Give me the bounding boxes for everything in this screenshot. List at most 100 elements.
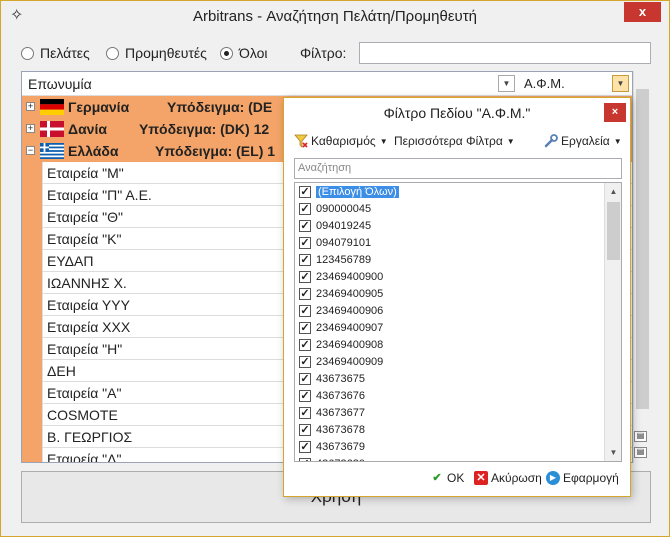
flag-germany-icon <box>40 99 64 115</box>
checkbox[interactable]: ✓ <box>299 219 311 232</box>
tools-button[interactable]: Εργαλεία ▼ <box>544 134 622 148</box>
group-indent <box>22 250 42 272</box>
collapse-icon[interactable]: − <box>26 146 35 155</box>
play-icon: ▶ <box>546 471 560 485</box>
checkbox[interactable]: ✓ <box>299 457 311 461</box>
afm-filter-dropdown-icon[interactable]: ▼ <box>612 75 629 92</box>
list-item[interactable]: ✓ 23469400905 <box>295 285 621 302</box>
popup-toolbar: Καθαρισμός ▼ Περισσότερα Φίλτρα ▼ Εργαλε… <box>290 130 624 154</box>
checkbox[interactable]: ✓ <box>299 423 311 436</box>
title-bar: ✧ Arbitrans - Αναζήτηση Πελάτη/Προμηθευτ… <box>1 1 669 34</box>
list-item-label: 23469400908 <box>316 338 384 351</box>
group-indent <box>22 228 42 250</box>
checkbox[interactable]: ✓ <box>299 389 311 402</box>
checkbox[interactable]: ✓ <box>299 406 311 419</box>
scroll-down-icon[interactable]: ▼ <box>605 444 621 461</box>
grid-scroll-thumb[interactable] <box>636 89 649 409</box>
radio-all-label: Όλοι <box>239 45 268 61</box>
checkbox[interactable]: ✓ <box>299 338 311 351</box>
cancel-button[interactable]: ✕ Ακύρωση <box>474 471 542 485</box>
checkbox[interactable]: ✓ <box>299 202 311 215</box>
group-name: Δανία <box>68 121 107 137</box>
list-item-label: 090000045 <box>316 202 372 215</box>
list-item[interactable]: ✓ 090000045 <box>295 200 621 217</box>
checkbox[interactable]: ✓ <box>299 287 311 300</box>
checkbox[interactable]: ✓ <box>299 372 311 385</box>
list-item-select-all[interactable]: ✓ (Επιλογή Όλων) <box>295 183 621 200</box>
column-header-name[interactable]: Επωνυμία <box>28 76 92 92</box>
checkbox[interactable]: ✓ <box>299 270 311 283</box>
filter-bar: Πελάτες Προμηθευτές Όλοι Φίλτρο: <box>21 41 651 65</box>
list-item[interactable]: ✓ 23469400908 <box>295 336 621 353</box>
list-item[interactable]: ✓ 23469400900 <box>295 268 621 285</box>
expand-all-icon[interactable]: ▤ <box>634 431 647 442</box>
group-name: Γερμανία <box>68 99 130 115</box>
more-filters-button[interactable]: Περισσότερα Φίλτρα ▼ <box>394 134 515 148</box>
ok-button[interactable]: ✔ OK <box>430 471 464 485</box>
list-item[interactable]: ✓ 43673680 <box>295 455 621 461</box>
radio-customers-dot[interactable] <box>21 46 34 60</box>
checkbox[interactable]: ✓ <box>299 185 311 198</box>
clear-filter-button[interactable]: Καθαρισμός ▼ <box>294 134 388 148</box>
checkbox[interactable]: ✓ <box>299 236 311 249</box>
popup-close-button[interactable]: × <box>604 103 626 122</box>
list-item-label: (Επιλογή Όλων) <box>316 185 399 198</box>
filter-input[interactable] <box>359 42 651 64</box>
list-item-label: 43673676 <box>316 389 365 402</box>
list-item[interactable]: ✓ 23469400909 <box>295 353 621 370</box>
expand-icon[interactable]: + <box>26 102 35 111</box>
checkbox[interactable]: ✓ <box>299 253 311 266</box>
group-sample: Υπόδειγμα: (DK) 12 <box>139 121 270 137</box>
list-item[interactable]: ✓ 094019245 <box>295 217 621 234</box>
list-scrollbar[interactable]: ▲ ▼ <box>604 183 621 461</box>
column-header-afm[interactable]: Α.Φ.Μ. <box>524 76 565 91</box>
collapse-all-icon[interactable]: ▤ <box>634 447 647 458</box>
list-item-label: 43673675 <box>316 372 365 385</box>
apply-button[interactable]: ▶ Εφαρμογή <box>546 471 619 485</box>
flag-denmark-icon <box>40 121 64 137</box>
radio-suppliers-dot[interactable] <box>106 46 119 60</box>
group-sample: Υπόδειγμα: (EL) 1 <box>155 143 276 159</box>
group-name: Ελλάδα <box>68 143 119 159</box>
grid-scrollbar[interactable] <box>633 71 650 463</box>
list-item[interactable]: ✓ 43673679 <box>295 438 621 455</box>
radio-suppliers-label: Προμηθευτές <box>125 45 207 61</box>
group-indent <box>22 184 42 206</box>
tools-label: Εργαλεία <box>561 134 610 148</box>
scroll-up-icon[interactable]: ▲ <box>605 183 621 200</box>
checkbox[interactable]: ✓ <box>299 440 311 453</box>
list-item-label: 23469400907 <box>316 321 384 334</box>
list-item-label: 094079101 <box>316 236 372 249</box>
checkbox[interactable]: ✓ <box>299 304 311 317</box>
clear-filter-label: Καθαρισμός <box>311 134 376 148</box>
list-item[interactable]: ✓ 43673677 <box>295 404 621 421</box>
flag-greece-icon <box>40 143 64 159</box>
radio-suppliers[interactable]: Προμηθευτές <box>106 45 207 61</box>
group-indent <box>22 360 42 382</box>
group-sample: Υπόδειγμα: (DE <box>167 99 273 115</box>
popup-search-input[interactable]: Αναζήτηση <box>294 158 622 179</box>
name-filter-dropdown-icon[interactable]: ▼ <box>498 75 515 92</box>
window-close-button[interactable]: x <box>624 2 661 22</box>
list-item[interactable]: ✓ 23469400907 <box>295 319 621 336</box>
list-item[interactable]: ✓ 094079101 <box>295 234 621 251</box>
list-item[interactable]: ✓ 43673675 <box>295 370 621 387</box>
radio-all[interactable]: Όλοι <box>220 45 268 61</box>
wrench-icon <box>544 134 558 148</box>
checkbox[interactable]: ✓ <box>299 321 311 334</box>
group-indent <box>22 338 42 360</box>
group-indent <box>22 382 42 404</box>
radio-customers[interactable]: Πελάτες <box>21 45 90 61</box>
window-title: Arbitrans - Αναζήτηση Πελάτη/Προμηθευτή <box>192 8 478 25</box>
list-item[interactable]: ✓ 23469400906 <box>295 302 621 319</box>
cancel-label: Ακύρωση <box>491 471 542 485</box>
funnel-clear-icon <box>294 134 308 148</box>
list-item[interactable]: ✓ 123456789 <box>295 251 621 268</box>
filter-label: Φίλτρο: <box>300 45 347 61</box>
checkbox[interactable]: ✓ <box>299 355 311 368</box>
radio-all-dot[interactable] <box>220 46 233 60</box>
list-item[interactable]: ✓ 43673676 <box>295 387 621 404</box>
list-scroll-thumb[interactable] <box>607 202 620 260</box>
expand-icon[interactable]: + <box>26 124 35 133</box>
list-item[interactable]: ✓ 43673678 <box>295 421 621 438</box>
